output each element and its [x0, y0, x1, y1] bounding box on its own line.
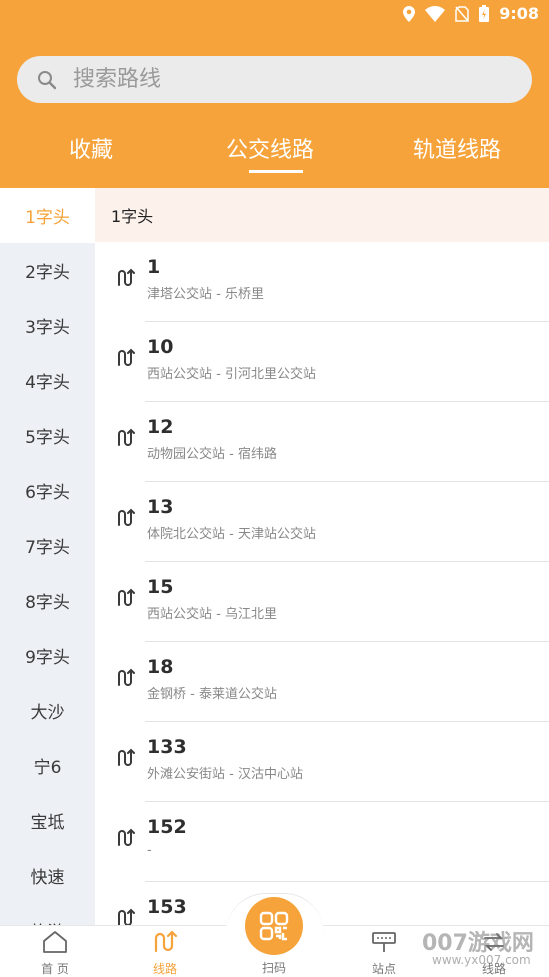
route-number: 1 [147, 256, 161, 278]
sidebar-item-dasha[interactable]: 大沙 [0, 683, 95, 738]
sidebar-item-7[interactable]: 7字头 [0, 518, 95, 573]
tab-bus-routes[interactable]: 公交线路 [226, 132, 314, 164]
sidebar-item-6[interactable]: 6字头 [0, 463, 95, 518]
no-sim-icon [455, 5, 469, 22]
route-item[interactable]: 153 [95, 882, 549, 925]
route-stops: 外滩公安街站 - 汉沽中心站 [147, 767, 303, 782]
sidebar-item-ning6[interactable]: 宁6 [0, 738, 95, 793]
route-stops: 体院北公交站 - 天津站公交站 [147, 527, 316, 542]
search-box[interactable] [17, 56, 532, 103]
route-number: 12 [147, 416, 174, 438]
prefix-sidebar: 1字头 2字头 3字头 4字头 5字头 6字头 7字头 8字头 9字头 大沙 宁… [0, 188, 95, 925]
route-number: 133 [147, 736, 187, 758]
route-stops: 津塔公交站 - 乐桥里 [147, 287, 264, 302]
route-icon [154, 930, 178, 953]
route-stops: 西站公交站 - 乌江北里 [147, 607, 277, 622]
tab-rail-routes[interactable]: 轨道线路 [413, 132, 501, 164]
watermark-url: www.yx007.com [432, 953, 531, 967]
sidebar-item-3[interactable]: 3字头 [0, 298, 95, 353]
sidebar-item-5[interactable]: 5字头 [0, 408, 95, 463]
route-icon [118, 748, 135, 766]
status-time: 9:08 [499, 4, 539, 23]
nav-routes-label: 线路 [152, 962, 177, 976]
nav-stations[interactable]: 站点 [354, 930, 414, 977]
route-item[interactable]: 13 体院北公交站 - 天津站公交站 [95, 482, 549, 562]
qr-code-icon [259, 911, 289, 941]
route-icon [118, 428, 135, 446]
wifi-icon [425, 5, 446, 22]
sidebar-item-2[interactable]: 2字头 [0, 243, 95, 298]
route-number: 152 [147, 816, 187, 838]
route-stops: 动物园公交站 - 宿纬路 [147, 447, 277, 462]
section-header: 1字头 [95, 188, 549, 242]
battery-icon [479, 5, 490, 22]
route-icon [118, 268, 135, 286]
nav-routes[interactable]: 线路 [135, 930, 195, 977]
tab-favorites[interactable]: 收藏 [69, 132, 113, 164]
location-icon [403, 5, 416, 22]
header: 9:08 收藏 公交线路 轨道线路 [0, 0, 549, 188]
route-number: 13 [147, 496, 174, 518]
route-item[interactable]: 12 动物园公交站 - 宿纬路 [95, 402, 549, 482]
sidebar-item-4[interactable]: 4字头 [0, 353, 95, 408]
scan-button[interactable] [245, 897, 303, 955]
home-icon [43, 931, 67, 953]
route-icon [118, 908, 135, 925]
route-number: 153 [147, 896, 187, 918]
route-number: 10 [147, 336, 174, 358]
bus-stop-icon [372, 932, 396, 952]
nav-home[interactable]: 首 页 [25, 930, 85, 977]
route-icon [118, 588, 135, 606]
route-number: 15 [147, 576, 174, 598]
sidebar-item-8[interactable]: 8字头 [0, 573, 95, 628]
nav-home-label: 首 页 [41, 962, 69, 976]
route-number: 18 [147, 656, 174, 678]
tab-bar: 收藏 公交线路 轨道线路 [0, 120, 549, 188]
route-stops: 金钢桥 - 泰莱道公交站 [147, 687, 277, 702]
route-item[interactable]: 1 津塔公交站 - 乐桥里 [95, 242, 549, 322]
search-icon [38, 70, 57, 89]
scan-label: 扫码 [261, 961, 286, 975]
sidebar-item-9[interactable]: 9字头 [0, 628, 95, 683]
route-list: 1字头 1 津塔公交站 - 乐桥里 10 西站公交站 - 引河北里公交站 12 … [95, 188, 549, 925]
route-icon [118, 348, 135, 366]
route-item[interactable]: 18 金钢桥 - 泰莱道公交站 [95, 642, 549, 722]
route-item[interactable]: 133 外滩公安街站 - 汉沽中心站 [95, 722, 549, 802]
status-bar: 9:08 [0, 0, 549, 30]
route-item[interactable]: 15 西站公交站 - 乌江北里 [95, 562, 549, 642]
active-tab-indicator [249, 170, 303, 173]
route-icon [118, 508, 135, 526]
route-item[interactable]: 10 西站公交站 - 引河北里公交站 [95, 322, 549, 402]
sidebar-item-baodi[interactable]: 宝坻 [0, 793, 95, 848]
status-icons: 9:08 [403, 4, 539, 23]
sidebar-item-tourism[interactable]: 旅游 [0, 903, 95, 925]
route-stops: 西站公交站 - 引河北里公交站 [147, 367, 316, 382]
route-icon [118, 828, 135, 846]
route-icon [118, 668, 135, 686]
sidebar-item-express[interactable]: 快速 [0, 848, 95, 903]
route-item[interactable]: 152 - [95, 802, 549, 882]
nav-stations-label: 站点 [371, 962, 396, 976]
sidebar-item-1[interactable]: 1字头 [0, 188, 95, 243]
route-stops: - [147, 843, 152, 858]
search-input[interactable] [73, 67, 473, 92]
